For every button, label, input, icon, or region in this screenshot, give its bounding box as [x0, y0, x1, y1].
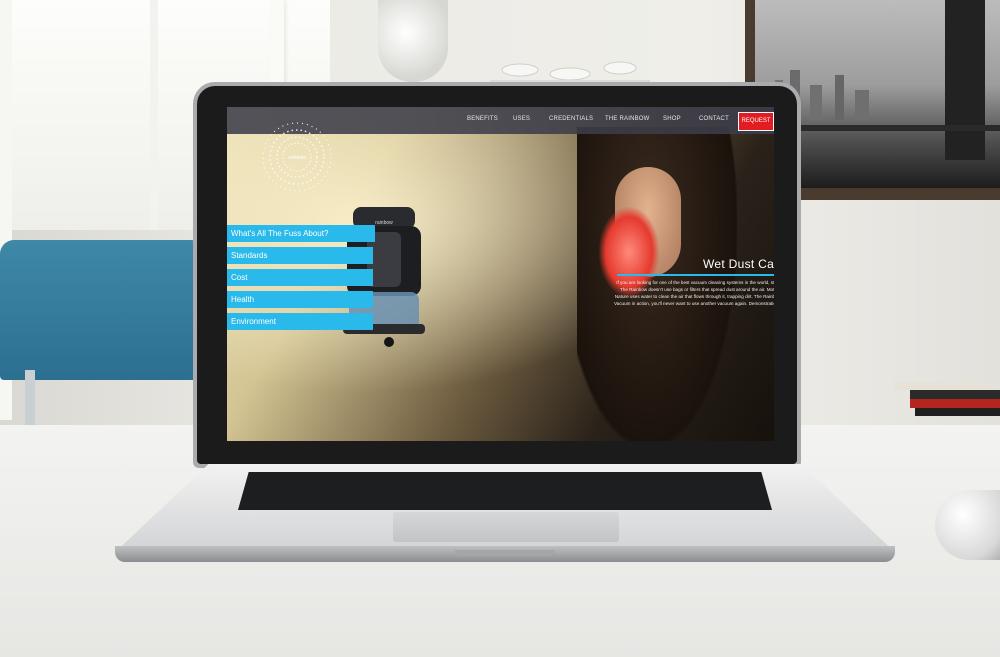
hero-title: Wet Dust Can't	[703, 257, 774, 271]
mouse	[935, 490, 1000, 560]
hero-divider	[617, 274, 774, 276]
vase	[378, 0, 448, 82]
sidebar-item-environment[interactable]: Environment	[227, 313, 373, 330]
blue-chair	[0, 240, 205, 380]
laptop-screen: BENEFITS USES CREDENTIALS THE RAINBOW SH…	[227, 107, 774, 441]
nav-the-rainbow[interactable]: THE RAINBOW	[605, 116, 650, 122]
dotted-sunburst-icon[interactable]: rainbow	[257, 117, 337, 197]
product-label: rainbow	[375, 220, 393, 226]
trackpad	[393, 512, 619, 542]
window-frame	[150, 0, 158, 230]
nav-contact[interactable]: CONTACT	[699, 116, 729, 122]
request-button[interactable]: REQUEST	[738, 112, 774, 131]
hero-body-text: If you are looking for one of the best v…	[613, 280, 774, 306]
nav-uses[interactable]: USES	[513, 116, 530, 122]
nav-credentials[interactable]: CREDENTIALS	[549, 116, 593, 122]
sidebar-item-fuss[interactable]: What's All The Fuss About?	[227, 225, 375, 242]
lid-notch	[455, 550, 555, 556]
sidebar-item-standards[interactable]: Standards	[227, 247, 373, 264]
logo-text: rainbow	[288, 155, 306, 161]
book-stack	[895, 382, 1000, 416]
keyboard	[238, 472, 772, 510]
chair-leg	[25, 370, 35, 430]
nav-benefits[interactable]: BENEFITS	[467, 116, 498, 122]
sidebar-item-cost[interactable]: Cost	[227, 269, 373, 286]
sidebar-item-health[interactable]: Health	[227, 291, 373, 308]
nav-shop[interactable]: SHOP	[663, 116, 681, 122]
